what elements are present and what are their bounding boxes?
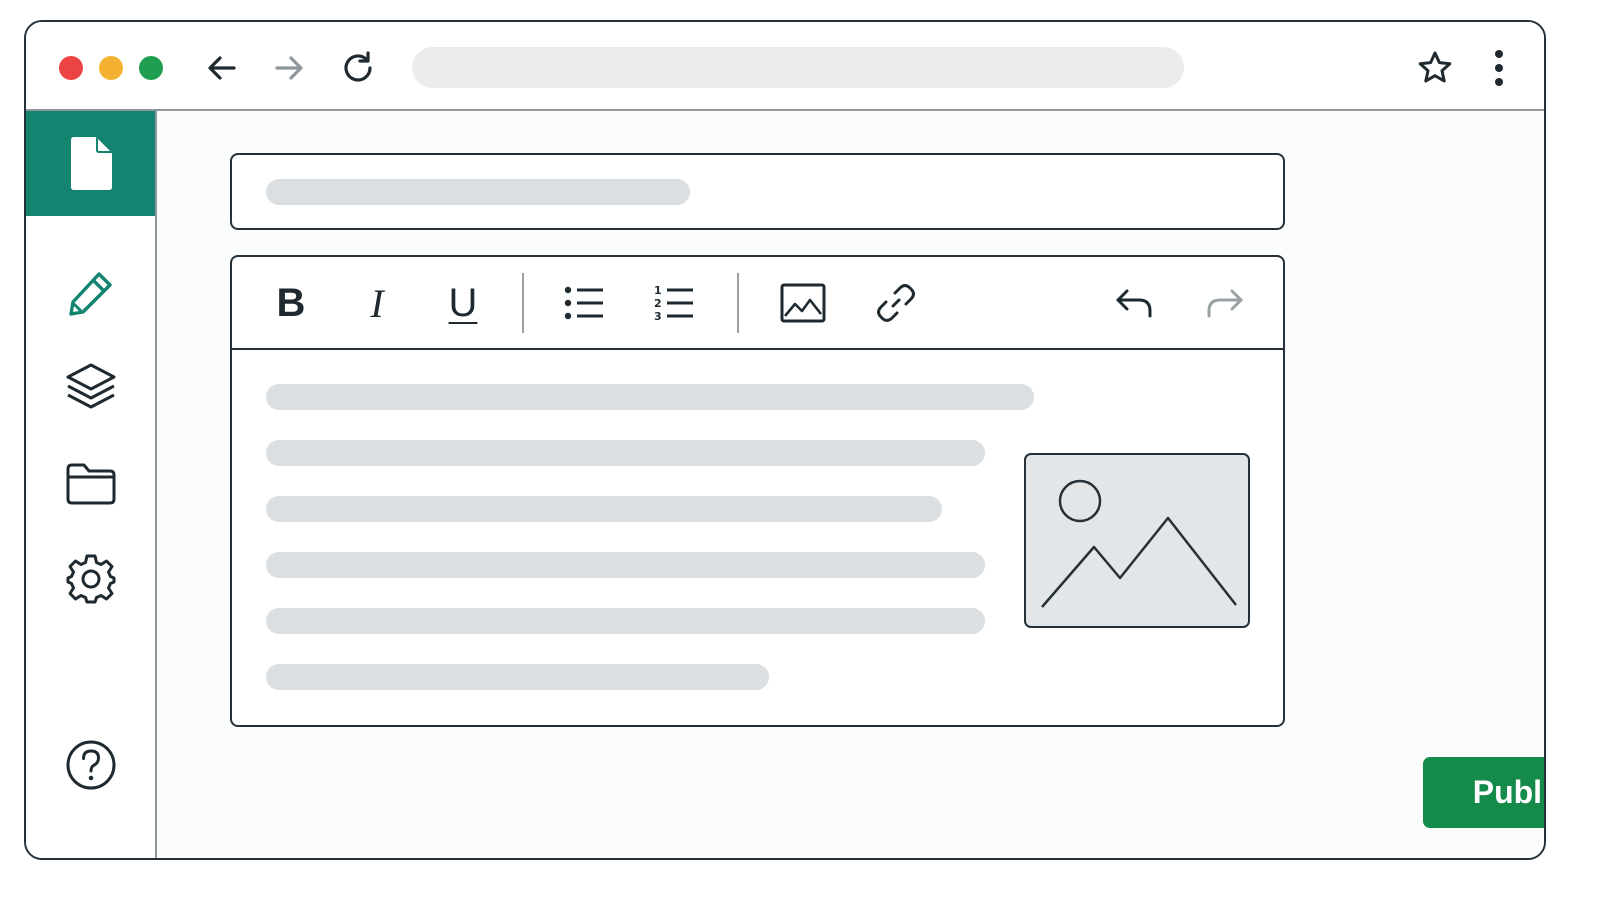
bulleted-list-icon: [564, 286, 603, 320]
text-line-placeholder: [266, 552, 985, 578]
image-icon: [780, 283, 826, 323]
browser-window: B I U 1 2 3 Publ: [24, 20, 1546, 860]
text-line-placeholder: [266, 608, 985, 634]
title-placeholder-line: [266, 179, 690, 205]
numbered-list-button[interactable]: 1 2 3: [650, 281, 698, 325]
forward-icon: [275, 56, 303, 80]
browser-menu-button[interactable]: [1484, 47, 1514, 89]
link-icon: [877, 284, 915, 322]
help-icon: [66, 740, 115, 790]
maximize-window-button[interactable]: [139, 56, 163, 80]
document-icon: [70, 136, 112, 190]
toolbar-divider: [522, 273, 524, 333]
text-line-placeholder: [266, 664, 769, 690]
svg-text:3: 3: [654, 310, 662, 323]
sidebar-item-documents[interactable]: [26, 111, 155, 216]
title-input[interactable]: [230, 153, 1285, 230]
back-icon: [208, 56, 236, 80]
underline-button[interactable]: U: [439, 281, 487, 325]
more-vertical-icon: [1495, 50, 1503, 86]
bold-button[interactable]: B: [267, 281, 315, 325]
layers-icon: [66, 363, 115, 409]
sidebar-item-edit[interactable]: [26, 263, 155, 323]
redo-button[interactable]: [1201, 281, 1249, 325]
forward-button[interactable]: [269, 48, 309, 88]
svg-text:2: 2: [654, 297, 662, 310]
gear-icon: [66, 554, 115, 604]
redo-icon: [1207, 289, 1243, 318]
bulleted-list-button[interactable]: [560, 281, 608, 325]
insert-link-button[interactable]: [872, 281, 920, 325]
numbered-list-icon: 1 2 3: [654, 284, 693, 323]
bookmark-button[interactable]: [1414, 47, 1456, 89]
undo-button[interactable]: [1110, 281, 1158, 325]
toolbar-divider: [737, 273, 739, 333]
address-bar[interactable]: [412, 47, 1184, 88]
undo-icon: [1116, 289, 1152, 318]
back-button[interactable]: [202, 48, 242, 88]
italic-button[interactable]: I: [353, 281, 401, 326]
rich-text-editor: B I U 1 2 3: [230, 255, 1285, 727]
reload-icon: [344, 51, 372, 82]
minimize-window-button[interactable]: [99, 56, 123, 80]
browser-toolbar: [26, 22, 1544, 111]
main-content: B I U 1 2 3 Publ: [157, 111, 1544, 858]
publish-button[interactable]: Publish: [1423, 757, 1544, 828]
sidebar-item-help[interactable]: [26, 733, 155, 797]
folder-icon: [66, 463, 115, 505]
sidebar-item-layers[interactable]: [26, 357, 155, 417]
star-icon: [1418, 51, 1452, 83]
landscape-image-icon: [1041, 479, 1237, 608]
image-placeholder[interactable]: [1024, 453, 1250, 628]
text-line-placeholder: [266, 440, 985, 466]
close-window-button[interactable]: [59, 56, 83, 80]
text-line-placeholder: [266, 384, 1034, 410]
svg-text:1: 1: [654, 284, 662, 297]
text-line-placeholder: [266, 496, 942, 522]
insert-image-button[interactable]: [779, 281, 827, 325]
sidebar: [26, 111, 157, 858]
editor-toolbar: B I U 1 2 3: [232, 257, 1283, 350]
reload-button[interactable]: [337, 47, 379, 89]
sidebar-item-settings[interactable]: [26, 549, 155, 609]
sidebar-item-files[interactable]: [26, 455, 155, 513]
pencil-icon: [68, 272, 112, 316]
